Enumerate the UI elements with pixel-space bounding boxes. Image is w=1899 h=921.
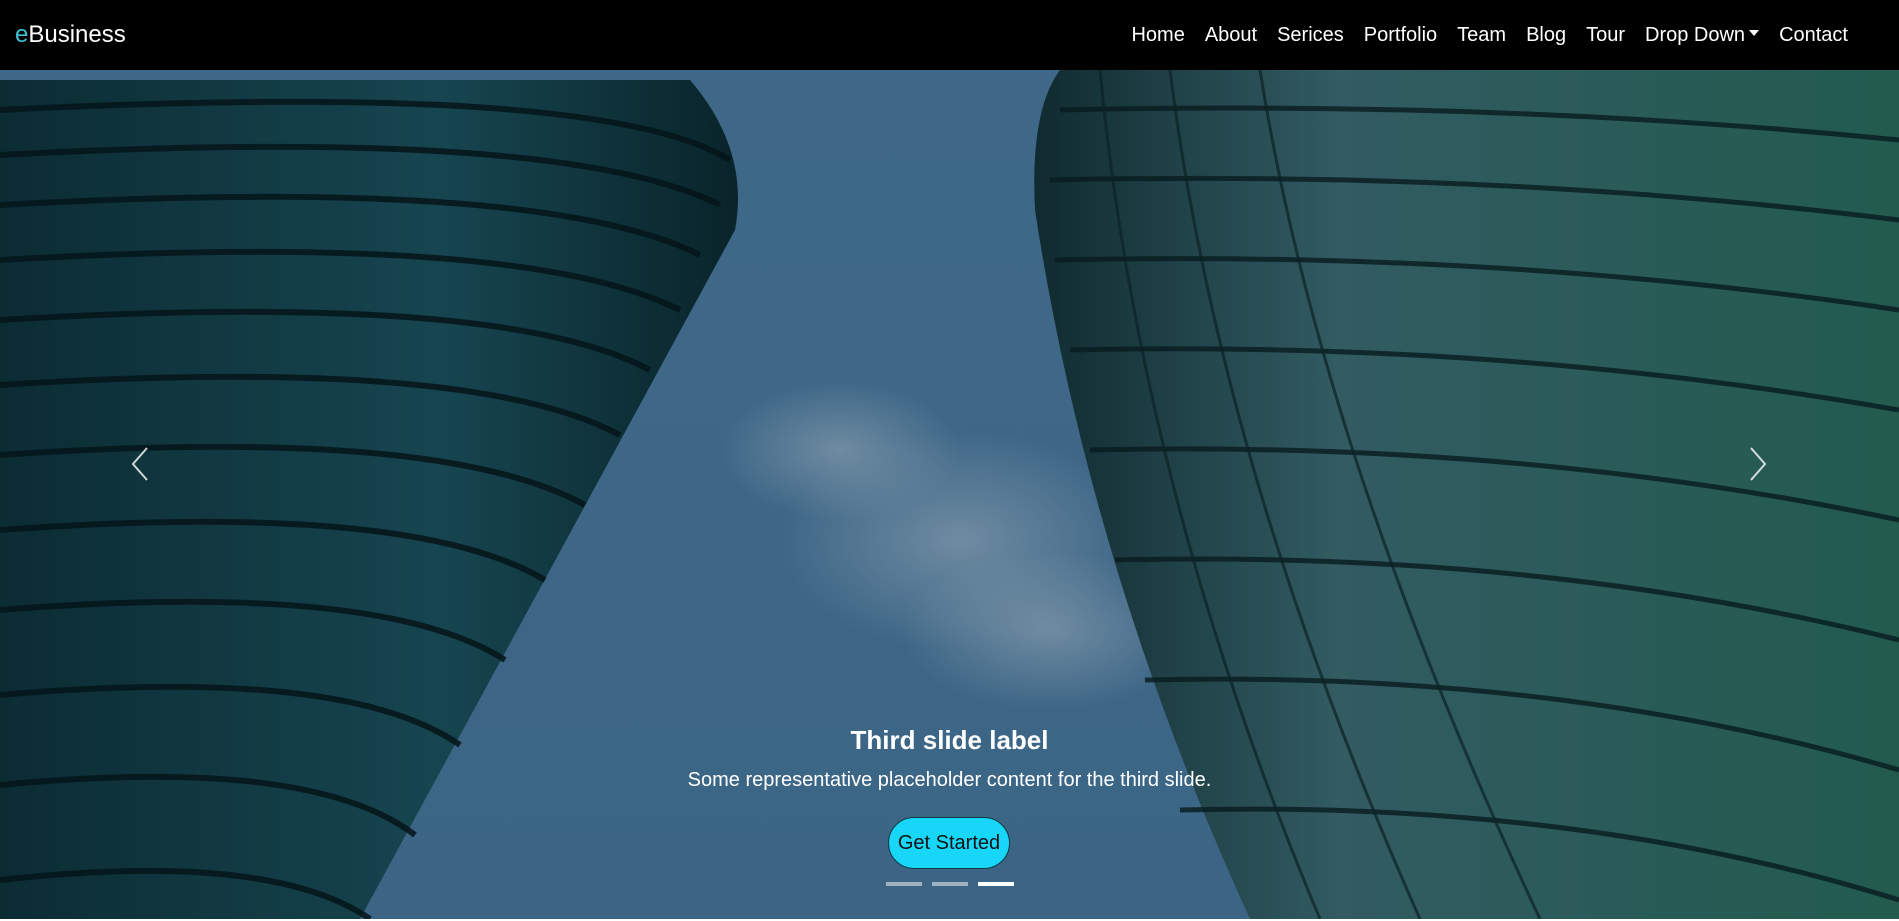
nav-portfolio[interactable]: Portfolio	[1354, 24, 1447, 47]
nav-services[interactable]: Serices	[1267, 24, 1354, 47]
carousel-indicators	[886, 882, 1014, 886]
nav-dropdown[interactable]: Drop Down	[1635, 24, 1769, 47]
nav-dropdown-label: Drop Down	[1645, 23, 1746, 46]
chevron-left-icon	[131, 447, 148, 481]
navbar: eBusiness Home About Serices Portfolio T…	[0, 0, 1899, 70]
indicator-slide-2[interactable]	[932, 882, 968, 886]
carousel-prev-button[interactable]	[122, 444, 162, 484]
carousel-next-button[interactable]	[1736, 444, 1776, 484]
get-started-button[interactable]: Get Started	[888, 817, 1010, 869]
caret-down-icon	[1749, 30, 1760, 37]
hero-carousel: Third slide label Some representative pl…	[0, 70, 1899, 919]
chevron-right-icon	[1750, 447, 1767, 481]
nav-home[interactable]: Home	[1121, 24, 1194, 47]
brand-rest: Business	[28, 21, 126, 48]
slide-text: Some representative placeholder content …	[687, 769, 1212, 791]
indicator-slide-1[interactable]	[886, 882, 922, 886]
nav-contact[interactable]: Contact	[1769, 24, 1858, 47]
nav-about[interactable]: About	[1195, 24, 1267, 47]
brand-accent: e	[15, 21, 29, 48]
slide-title: Third slide label	[850, 725, 1049, 755]
nav-tour[interactable]: Tour	[1576, 24, 1635, 47]
nav-blog[interactable]: Blog	[1516, 24, 1576, 47]
nav-team[interactable]: Team	[1447, 24, 1516, 47]
indicator-slide-3[interactable]	[978, 882, 1014, 886]
brand-logo[interactable]: eBusiness	[15, 21, 126, 49]
main-nav: Home About Serices Portfolio Team Blog T…	[1121, 24, 1858, 47]
